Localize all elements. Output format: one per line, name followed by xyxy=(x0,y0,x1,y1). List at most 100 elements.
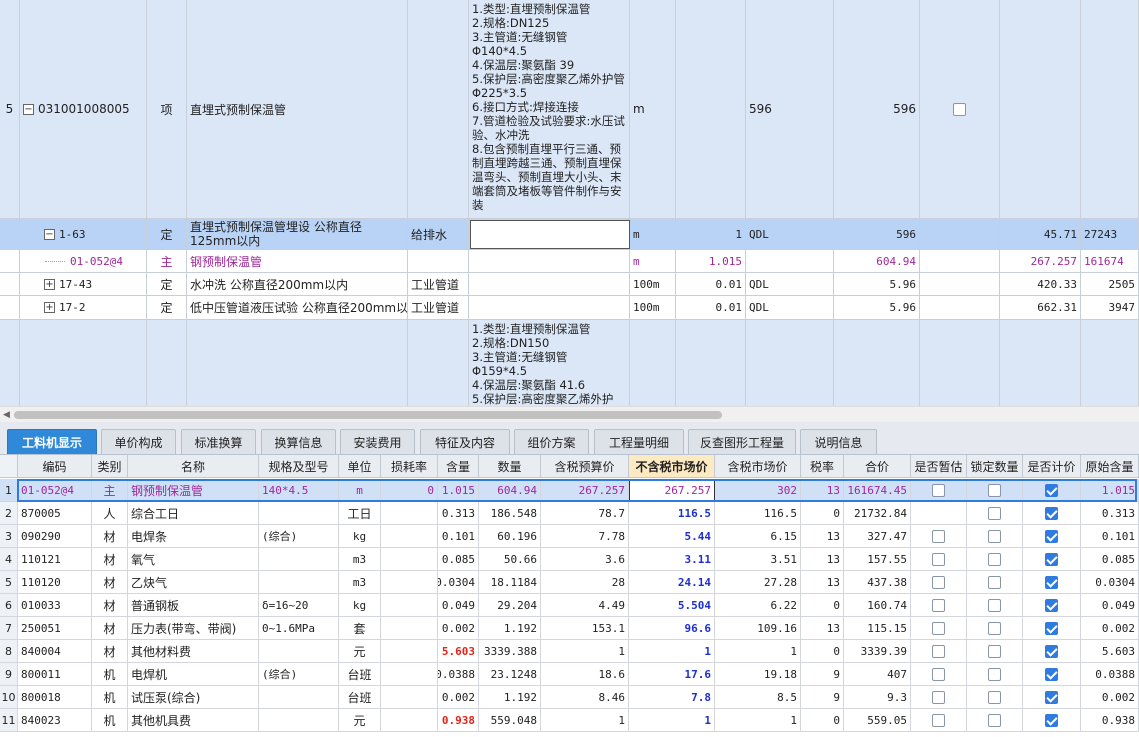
checkbox-icon[interactable] xyxy=(988,575,1001,589)
content-cell[interactable]: 0.085 xyxy=(438,548,479,571)
tax-rate-cell[interactable]: 13 xyxy=(801,571,844,594)
loss-rate-cell[interactable] xyxy=(381,617,438,640)
spec-cell[interactable]: 给排水 xyxy=(408,219,469,250)
original-content-cell[interactable]: 0.002 xyxy=(1081,617,1139,640)
table-row[interactable]: 9 800011 机电焊机 (综合) 台班 0.0388 23.1248 18.6 17.6 19… xyxy=(0,663,1139,686)
feature-desc-cell[interactable] xyxy=(469,273,630,296)
qty-cell[interactable] xyxy=(834,320,920,406)
unit-cell[interactable]: m xyxy=(630,219,676,250)
original-content-cell[interactable]: 5.603 xyxy=(1081,640,1139,663)
bill-item-row[interactable]: 1.类型:直埋预制保温管 2.规格:DN150 3.主管道:无缝钢管 Φ159*… xyxy=(0,320,1139,406)
market-price-inc-tax-cell[interactable]: 6.15 xyxy=(715,525,801,548)
table-row[interactable]: 10 800018 机试压泵(综合) 台班 0.002 1.192 8.46 7.8 8.5 9 9… xyxy=(0,686,1139,709)
tax-budget-price-cell[interactable]: 7.78 xyxy=(541,525,629,548)
checkbox-cell[interactable] xyxy=(920,0,1000,219)
checkbox-icon[interactable] xyxy=(1045,552,1058,566)
tax-rate-cell[interactable]: 13 xyxy=(801,617,844,640)
unit-cell[interactable]: kg xyxy=(339,594,381,617)
market-price-ex-tax-cell[interactable]: 7.8 xyxy=(629,686,715,709)
category-cell[interactable]: 机 xyxy=(92,686,128,709)
cell-editor-input[interactable] xyxy=(470,220,630,249)
lock-quantity-cell[interactable] xyxy=(967,709,1023,732)
market-price-ex-tax-cell[interactable]: 96.6 xyxy=(629,617,715,640)
checkbox-icon[interactable] xyxy=(932,690,945,704)
unit-cell[interactable]: 台班 xyxy=(339,686,381,709)
scrollbar-thumb[interactable] xyxy=(14,411,722,419)
checkbox-cell[interactable] xyxy=(920,250,1000,273)
qty-src-cell[interactable]: QDL xyxy=(746,296,834,320)
tab-unit-price[interactable]: 单价构成 xyxy=(101,429,176,454)
code-cell[interactable]: 800011 xyxy=(18,663,92,686)
col-category[interactable]: 类别 xyxy=(92,455,128,478)
qty-expr-cell[interactable] xyxy=(676,0,746,219)
market-price-ex-tax-cell[interactable]: 24.14 xyxy=(629,571,715,594)
market-price-inc-tax-cell[interactable]: 116.5 xyxy=(715,502,801,525)
col-original-content[interactable]: 原始含量 xyxy=(1081,455,1139,478)
name-cell[interactable]: 综合工日 xyxy=(128,502,259,525)
content-cell[interactable]: 5.603 xyxy=(438,640,479,663)
tab-install-fees[interactable]: 安装费用 xyxy=(340,429,415,454)
code-cell[interactable]: + 17-43 xyxy=(20,273,147,296)
tab-quantity-detail[interactable]: 工程量明细 xyxy=(594,429,684,454)
col-total[interactable]: 合价 xyxy=(844,455,911,478)
tax-rate-cell[interactable]: 13 xyxy=(801,479,844,502)
checkbox-icon[interactable] xyxy=(988,506,1001,520)
price-cell[interactable]: 420.33 xyxy=(1000,273,1081,296)
category-cell[interactable]: 主 xyxy=(92,479,128,502)
is-priced-cell[interactable] xyxy=(1023,525,1081,548)
tax-budget-price-cell[interactable]: 4.49 xyxy=(541,594,629,617)
is-priced-cell[interactable] xyxy=(1023,617,1081,640)
quantity-cell[interactable]: 1.192 xyxy=(479,617,541,640)
unit-cell[interactable]: 套 xyxy=(339,617,381,640)
tab-resources[interactable]: 工料机显示 xyxy=(7,429,97,454)
qty-cell[interactable]: 596 xyxy=(834,0,920,219)
is-estimate-cell[interactable] xyxy=(911,594,967,617)
total-cell[interactable]: 21732.84 xyxy=(844,502,911,525)
total-cell[interactable]: 327.47 xyxy=(844,525,911,548)
lock-quantity-cell[interactable] xyxy=(967,502,1023,525)
loss-rate-cell[interactable] xyxy=(381,663,438,686)
original-content-cell[interactable]: 0.0304 xyxy=(1081,571,1139,594)
feature-desc-cell[interactable] xyxy=(469,296,630,320)
category-cell[interactable]: 机 xyxy=(92,663,128,686)
table-row[interactable]: 2 870005 人综合工日 工日 0.313 186.548 78.7 116.5 116.5… xyxy=(0,502,1139,525)
name-cell[interactable]: 直埋式预制保温管 xyxy=(187,0,408,219)
content-cell[interactable]: 0.313 xyxy=(438,502,479,525)
checkbox-cell[interactable] xyxy=(920,296,1000,320)
col-tax-budget-price[interactable]: 含税预算价 xyxy=(541,455,629,478)
col-lock-quantity[interactable]: 锁定数量 xyxy=(967,455,1023,478)
lock-quantity-cell[interactable] xyxy=(967,571,1023,594)
col-is-estimate[interactable]: 是否暂估 xyxy=(911,455,967,478)
loss-rate-cell[interactable] xyxy=(381,571,438,594)
tab-conversion-info[interactable]: 换算信息 xyxy=(261,429,336,454)
table-row[interactable]: 3 090290 材电焊条 (综合) kg 0.101 60.196 7.78 5.44 6.15… xyxy=(0,525,1139,548)
category-cell[interactable]: 材 xyxy=(92,617,128,640)
market-price-ex-tax-cell[interactable]: 5.504 xyxy=(629,594,715,617)
col-content[interactable]: 含量 xyxy=(438,455,479,478)
total-cell[interactable]: 3339.39 xyxy=(844,640,911,663)
is-priced-cell[interactable] xyxy=(1023,502,1081,525)
qty-expr-cell[interactable]: 0.01 xyxy=(676,273,746,296)
content-cell[interactable]: 0.0388 xyxy=(438,663,479,686)
content-cell[interactable]: 0.938 xyxy=(438,709,479,732)
loss-rate-cell[interactable] xyxy=(381,502,438,525)
market-price-ex-tax-cell[interactable]: 3.11 xyxy=(629,548,715,571)
lock-quantity-cell[interactable] xyxy=(967,548,1023,571)
lock-quantity-cell[interactable] xyxy=(967,663,1023,686)
total-cell[interactable]: 559.05 xyxy=(844,709,911,732)
unit-cell[interactable]: 100m xyxy=(630,296,676,320)
lock-quantity-cell[interactable] xyxy=(967,594,1023,617)
unit-cell[interactable]: m3 xyxy=(339,571,381,594)
total-cell[interactable]: 3947 xyxy=(1081,296,1139,320)
code-cell[interactable]: 250051 xyxy=(18,617,92,640)
checkbox-icon[interactable] xyxy=(932,529,945,543)
total-cell[interactable]: 160.74 xyxy=(844,594,911,617)
checkbox-icon[interactable] xyxy=(1045,690,1058,704)
total-cell[interactable]: 161674 xyxy=(1081,250,1139,273)
name-cell[interactable]: 普通钢板 xyxy=(128,594,259,617)
tax-rate-cell[interactable]: 0 xyxy=(801,502,844,525)
spec-cell[interactable] xyxy=(259,571,339,594)
table-row[interactable]: 11 840023 机其他机具费元 0.938 559.048 1 1 1 0 559.05 0.9… xyxy=(0,709,1139,732)
original-content-cell[interactable]: 1.015 xyxy=(1081,479,1139,502)
spec-cell[interactable] xyxy=(259,686,339,709)
